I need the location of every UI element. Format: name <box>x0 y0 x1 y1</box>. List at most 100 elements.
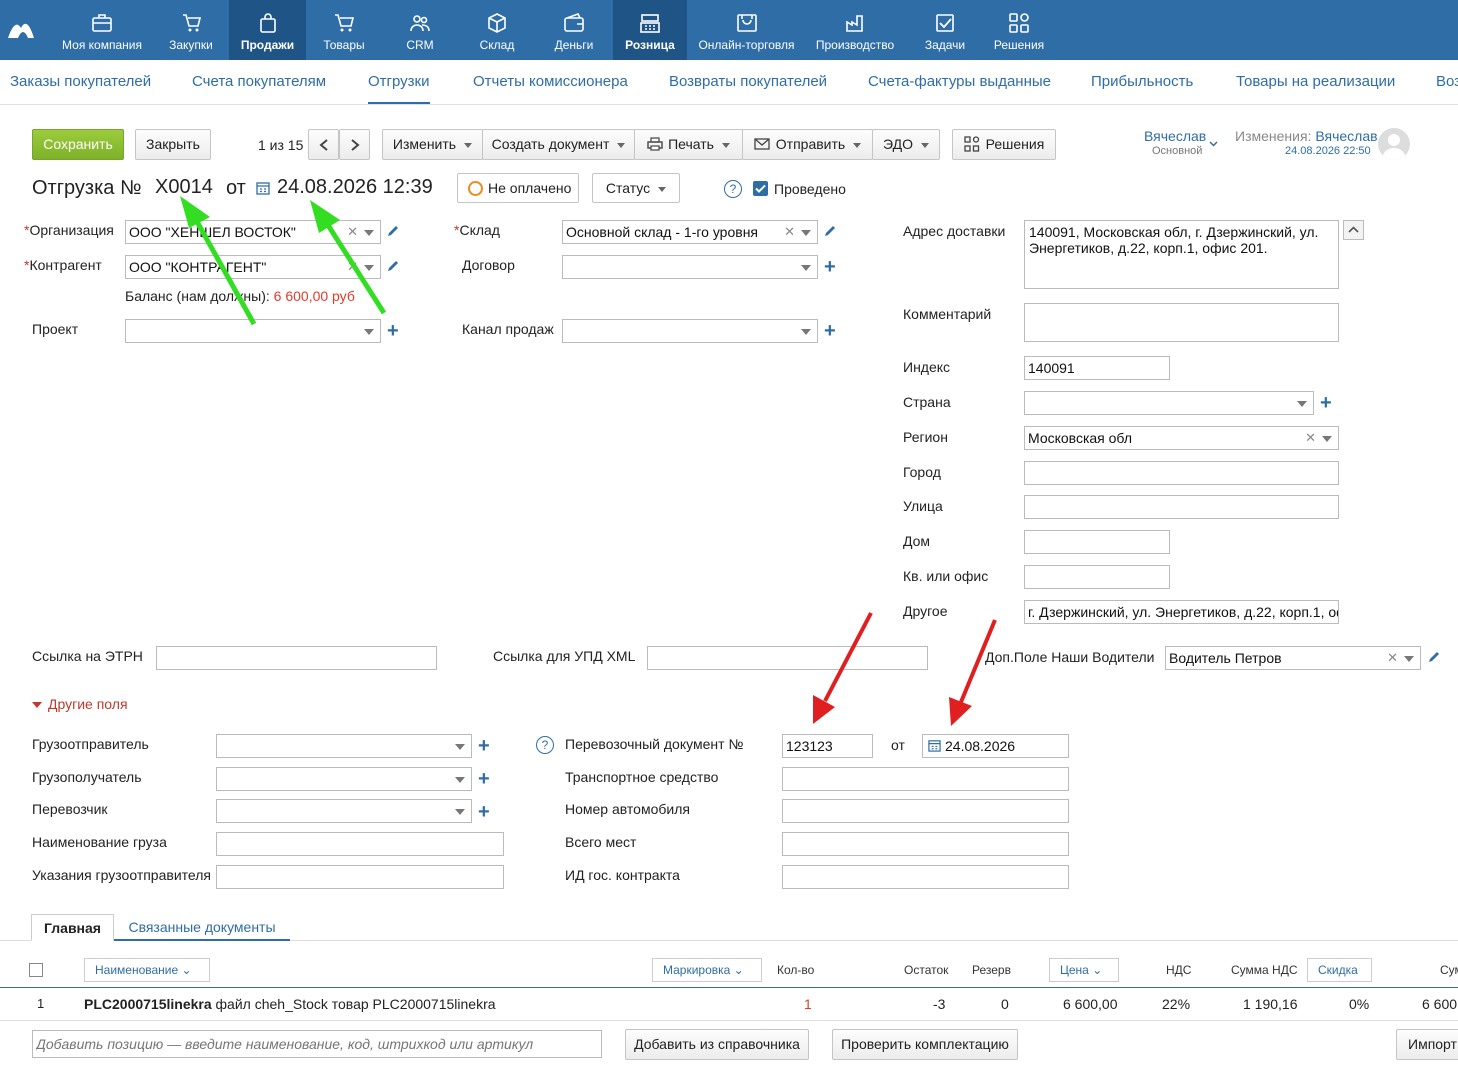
transport-date-input[interactable]: 24.08.2026 <box>922 734 1069 758</box>
add-consignee-icon[interactable]: + <box>478 769 490 789</box>
sales-channel-select[interactable] <box>562 319 818 343</box>
pencil-icon[interactable] <box>386 224 400 238</box>
chevron-down-icon[interactable] <box>364 265 374 271</box>
country-select[interactable] <box>1024 391 1314 415</box>
collapse-address-button[interactable] <box>1343 220 1364 240</box>
row-discount[interactable]: 0% <box>1349 996 1369 1012</box>
calendar-icon[interactable] <box>256 181 270 195</box>
shipper-select[interactable] <box>216 734 472 758</box>
shipper-instructions-input[interactable] <box>216 865 504 889</box>
row-qty[interactable]: 1 <box>804 996 812 1012</box>
pencil-icon[interactable] <box>823 224 837 238</box>
warehouse-select[interactable]: Основной склад - 1-го уровня ✕ <box>562 220 818 244</box>
nav-online-trade[interactable]: Онлайн-торговля <box>690 0 803 60</box>
etrn-link-input[interactable] <box>156 646 437 670</box>
nav-my-company[interactable]: Моя компания <box>56 0 148 60</box>
subnav-customer-returns[interactable]: Возвраты покупателей <box>669 73 827 90</box>
clear-icon[interactable]: ✕ <box>347 221 358 243</box>
project-select[interactable] <box>125 319 381 343</box>
street-input[interactable] <box>1024 495 1339 519</box>
nav-money[interactable]: Деньги <box>537 0 611 60</box>
drivers-select[interactable]: Водитель Петров ✕ <box>1165 646 1421 670</box>
subnav-consignment-goods[interactable]: Товары на реализации <box>1236 73 1395 90</box>
vehicle-input[interactable] <box>782 767 1069 791</box>
comment-textarea[interactable] <box>1024 303 1339 342</box>
document-datetime[interactable]: 24.08.2026 12:39 <box>277 176 433 199</box>
logo-icon[interactable] <box>6 14 36 40</box>
add-country-icon[interactable]: + <box>1320 393 1332 413</box>
add-carrier-icon[interactable]: + <box>478 802 490 822</box>
delivery-address-textarea[interactable]: 140091, Московская обл, г. Дзержинский, … <box>1024 220 1339 289</box>
subnav-shipments[interactable]: Отгрузки <box>368 73 430 104</box>
carrier-select[interactable] <box>216 799 472 823</box>
solutions-button[interactable]: Решения <box>952 129 1056 160</box>
edo-button[interactable]: ЭДО <box>872 129 940 160</box>
avatar[interactable] <box>1378 128 1410 160</box>
edit-menu-button[interactable]: Изменить <box>382 129 483 160</box>
user-name[interactable]: Вячеслав <box>1144 128 1206 144</box>
table-row[interactable]: 1 PLC2000715linekra файл cheh_Stock това… <box>0 988 1458 1021</box>
region-select[interactable]: Московская обл ✕ <box>1024 426 1339 450</box>
add-from-catalog-button[interactable]: Добавить из справочника <box>625 1029 809 1060</box>
upd-link-input[interactable] <box>647 646 928 670</box>
add-shipper-icon[interactable]: + <box>478 736 490 756</box>
add-project-icon[interactable]: + <box>387 321 399 341</box>
help-icon[interactable]: ? <box>724 180 742 198</box>
pencil-icon[interactable] <box>386 259 400 273</box>
nav-retail[interactable]: Розница <box>613 0 687 60</box>
pencil-icon[interactable] <box>1427 650 1441 664</box>
add-channel-icon[interactable]: + <box>824 321 836 341</box>
payment-status-button[interactable]: Не оплачено <box>457 173 579 203</box>
import-button[interactable]: Импорт <box>1396 1029 1458 1060</box>
column-name-header[interactable]: Наименование ⌄ <box>84 958 210 982</box>
select-all-checkbox[interactable] <box>29 963 43 977</box>
tab-linked-documents[interactable]: Связанные документы <box>114 914 290 941</box>
chevron-down-icon[interactable] <box>1209 141 1218 147</box>
changes-user[interactable]: Вячеслав <box>1315 128 1377 144</box>
subnav-profitability[interactable]: Прибыльность <box>1091 73 1193 90</box>
plate-input[interactable] <box>782 799 1069 823</box>
calendar-icon[interactable] <box>928 739 941 752</box>
chevron-down-icon[interactable] <box>1404 656 1414 662</box>
contractor-select[interactable]: ООО "КОНТРАГЕНТ" ✕ <box>125 255 381 279</box>
column-discount-header[interactable]: Скидка <box>1307 958 1372 982</box>
nav-sales[interactable]: Продажи <box>229 0 306 60</box>
nav-purchases[interactable]: Закупки <box>154 0 228 60</box>
chevron-down-icon[interactable] <box>801 230 811 236</box>
contract-select[interactable] <box>562 255 818 279</box>
chevron-down-icon[interactable] <box>455 744 465 750</box>
subnav-returns-more[interactable]: Воз <box>1436 73 1458 90</box>
subnav-customer-orders[interactable]: Заказы покупателей <box>10 73 151 90</box>
clear-icon[interactable]: ✕ <box>1387 647 1398 669</box>
clear-icon[interactable]: ✕ <box>1305 427 1316 449</box>
chevron-down-icon[interactable] <box>1297 401 1307 407</box>
document-number[interactable]: X0014 <box>155 176 213 199</box>
nav-warehouse[interactable]: Склад <box>458 0 536 60</box>
organization-select[interactable]: ООО "ХЕНШЕЛ ВОСТОК" ✕ <box>125 220 381 244</box>
tab-main[interactable]: Главная <box>31 914 114 941</box>
city-input[interactable] <box>1024 461 1339 485</box>
chevron-down-icon[interactable] <box>1322 436 1332 442</box>
row-price[interactable]: 6 600,00 <box>1063 996 1118 1012</box>
prev-button[interactable] <box>308 129 339 160</box>
flat-input[interactable] <box>1024 565 1170 589</box>
other-fields-toggle[interactable]: Другие поля <box>32 696 128 712</box>
next-button[interactable] <box>339 129 370 160</box>
nav-goods[interactable]: Товары <box>306 0 382 60</box>
row-name[interactable]: PLC2000715linekra файл cheh_Stock товар … <box>84 996 496 1012</box>
chevron-down-icon[interactable] <box>455 777 465 783</box>
contract-id-input[interactable] <box>782 865 1069 889</box>
row-vat[interactable]: 22% <box>1162 996 1190 1012</box>
help-icon[interactable]: ? <box>536 736 554 754</box>
chevron-down-icon[interactable] <box>801 265 811 271</box>
nav-solutions[interactable]: Решения <box>983 0 1055 60</box>
nav-tasks[interactable]: Задачи <box>908 0 982 60</box>
add-position-input[interactable] <box>32 1030 602 1058</box>
transport-doc-number-input[interactable]: 123123 <box>782 734 873 758</box>
create-document-button[interactable]: Создать документ <box>482 129 635 160</box>
chevron-down-icon[interactable] <box>801 329 811 335</box>
index-input[interactable]: 140091 <box>1024 356 1170 380</box>
subnav-customer-invoices[interactable]: Счета покупателям <box>192 73 326 90</box>
add-contract-icon[interactable]: + <box>824 257 836 277</box>
chevron-down-icon[interactable] <box>364 329 374 335</box>
